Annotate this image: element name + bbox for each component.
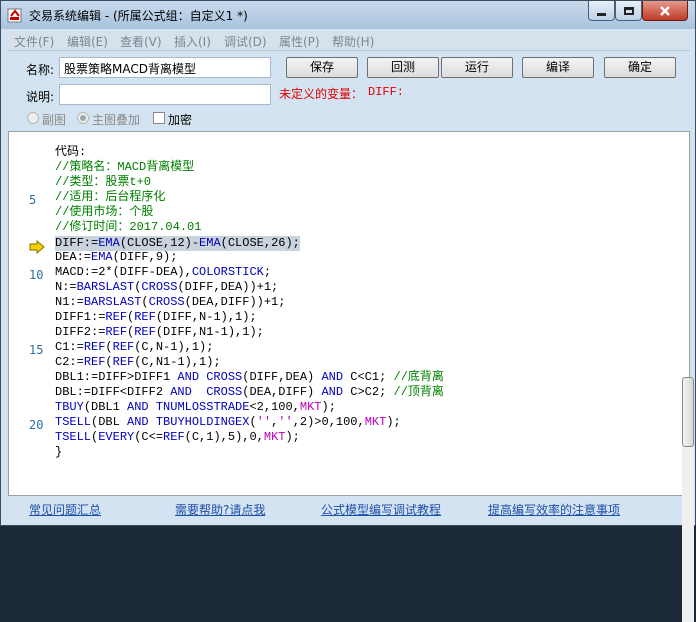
faq-link[interactable]: 常见问题汇总 <box>29 501 101 518</box>
code-line[interactable]: //类型：股票t+0 <box>55 175 669 190</box>
code-content[interactable]: 代码://策略名：MACD背离模型//类型：股票t+0//适用：后台程序化//使… <box>55 145 669 460</box>
code-line[interactable]: DBL1:=DIFF>DIFF1 AND CROSS(DIFF,DEA) AND… <box>55 370 669 385</box>
editor-scrollbar[interactable] <box>682 377 694 622</box>
code-line[interactable]: TSELL(EVERY(C<=REF(C,1),5),0,MKT); <box>55 430 669 445</box>
line-number: 15 <box>29 343 44 357</box>
code-line[interactable]: TBUY(DBL1 AND TNUMLOSSTRADE<2,100,MKT); <box>55 400 669 415</box>
menu-help[interactable]: 帮助(H) <box>332 33 374 50</box>
undefined-variables-value: DIFF: <box>368 85 405 99</box>
code-line[interactable]: 代码: <box>55 145 669 160</box>
code-line[interactable]: DIFF1:=REF(REF(DIFF,N-1),1); <box>55 310 669 325</box>
minimize-icon <box>597 13 606 16</box>
encrypt-label: 加密 <box>168 113 193 127</box>
backtest-button[interactable]: 回测 <box>367 57 439 78</box>
code-editor[interactable]: 5 10 15 20 代码://策略名：MACD背离模型//类型：股票t+0//… <box>8 131 694 622</box>
line-number: 10 <box>29 268 44 282</box>
current-line-arrow-icon <box>29 240 45 254</box>
code-line[interactable]: TSELL(DBL AND TBUYHOLDINGEX('','',2)>0,1… <box>55 415 669 430</box>
menu-insert[interactable]: 插入(I) <box>174 33 211 50</box>
efficiency-tips-link[interactable]: 提高编写效率的注意事项 <box>488 501 620 518</box>
save-button[interactable]: 保存 <box>286 57 358 78</box>
code-line[interactable]: C1:=REF(REF(C,N-1),1); <box>55 340 669 355</box>
maximize-button[interactable] <box>615 1 642 21</box>
undefined-variables-label: 未定义的变量： <box>279 87 364 101</box>
subchart-radio[interactable] <box>27 112 39 124</box>
main-overlay-radio[interactable] <box>77 112 89 124</box>
tutorial-link[interactable]: 公式模型编写调试教程 <box>321 501 441 518</box>
code-line[interactable]: N:=BARSLAST(CROSS(DIFF,DEA))+1; <box>55 280 669 295</box>
run-button[interactable]: 运行 <box>441 57 513 78</box>
name-label: 名称: <box>26 63 55 77</box>
code-line[interactable]: //修订时间：2017.04.01 <box>55 220 669 235</box>
help-link[interactable]: 需要帮助?请点我 <box>175 501 265 518</box>
name-input[interactable]: 股票策略MACD背离模型 <box>59 57 271 78</box>
code-line[interactable]: //使用市场：个股 <box>55 205 669 220</box>
title-bar[interactable]: 交易系统编辑 - (所属公式组：自定义1 *) <box>1 1 695 29</box>
code-line[interactable]: MACD:=2*(DIFF-DEA),COLORSTICK; <box>55 265 669 280</box>
code-line[interactable]: C2:=REF(REF(C,N1-1),1); <box>55 355 669 370</box>
maximize-icon <box>623 6 634 15</box>
scrollbar-thumb[interactable] <box>682 377 694 447</box>
code-line[interactable]: DBL:=DIFF<DIFF2 AND CROSS(DEA,DIFF) AND … <box>55 385 669 400</box>
line-number-gutter: 5 10 15 20 <box>27 132 53 495</box>
description-label: 说明: <box>26 90 55 104</box>
compile-button[interactable]: 编译 <box>522 57 594 78</box>
code-line[interactable]: DIFF:=EMA(CLOSE,12)-EMA(CLOSE,26); <box>55 236 300 251</box>
code-line[interactable]: DEA:=EMA(DIFF,9); <box>55 250 669 265</box>
app-icon <box>7 8 22 23</box>
close-icon <box>660 5 670 16</box>
subchart-label: 副图 <box>42 113 67 127</box>
code-line[interactable]: DIFF2:=REF(REF(DIFF,N1-1),1); <box>55 325 669 340</box>
close-button[interactable] <box>642 1 688 21</box>
line-number: 5 <box>29 193 37 207</box>
menu-bar: 文件(F) 编辑(E) 查看(V) 插入(I) 调试(D) 属性(P) 帮助(H… <box>8 31 690 51</box>
description-input[interactable] <box>59 84 271 105</box>
code-line[interactable]: //适用：后台程序化 <box>55 190 669 205</box>
menu-properties[interactable]: 属性(P) <box>279 33 320 50</box>
encrypt-checkbox[interactable] <box>153 112 165 124</box>
ok-button[interactable]: 确定 <box>604 57 676 78</box>
menu-edit[interactable]: 编辑(E) <box>67 33 108 50</box>
code-line[interactable]: //策略名：MACD背离模型 <box>55 160 669 175</box>
editor-window: 交易系统编辑 - (所属公式组：自定义1 *) 文件(F) 编辑(E) 查看(V… <box>0 0 696 622</box>
minimize-button[interactable] <box>588 1 615 21</box>
code-line[interactable]: N1:=BARSLAST(CROSS(DEA,DIFF))+1; <box>55 295 669 310</box>
menu-file[interactable]: 文件(F) <box>14 33 54 50</box>
main-overlay-label: 主图叠加 <box>92 113 141 127</box>
menu-debug[interactable]: 调试(D) <box>224 33 267 50</box>
window-title: 交易系统编辑 - (所属公式组：自定义1 *) <box>29 9 248 23</box>
line-number: 20 <box>29 418 44 432</box>
menu-view[interactable]: 查看(V) <box>120 33 162 50</box>
code-line[interactable]: } <box>55 445 669 460</box>
